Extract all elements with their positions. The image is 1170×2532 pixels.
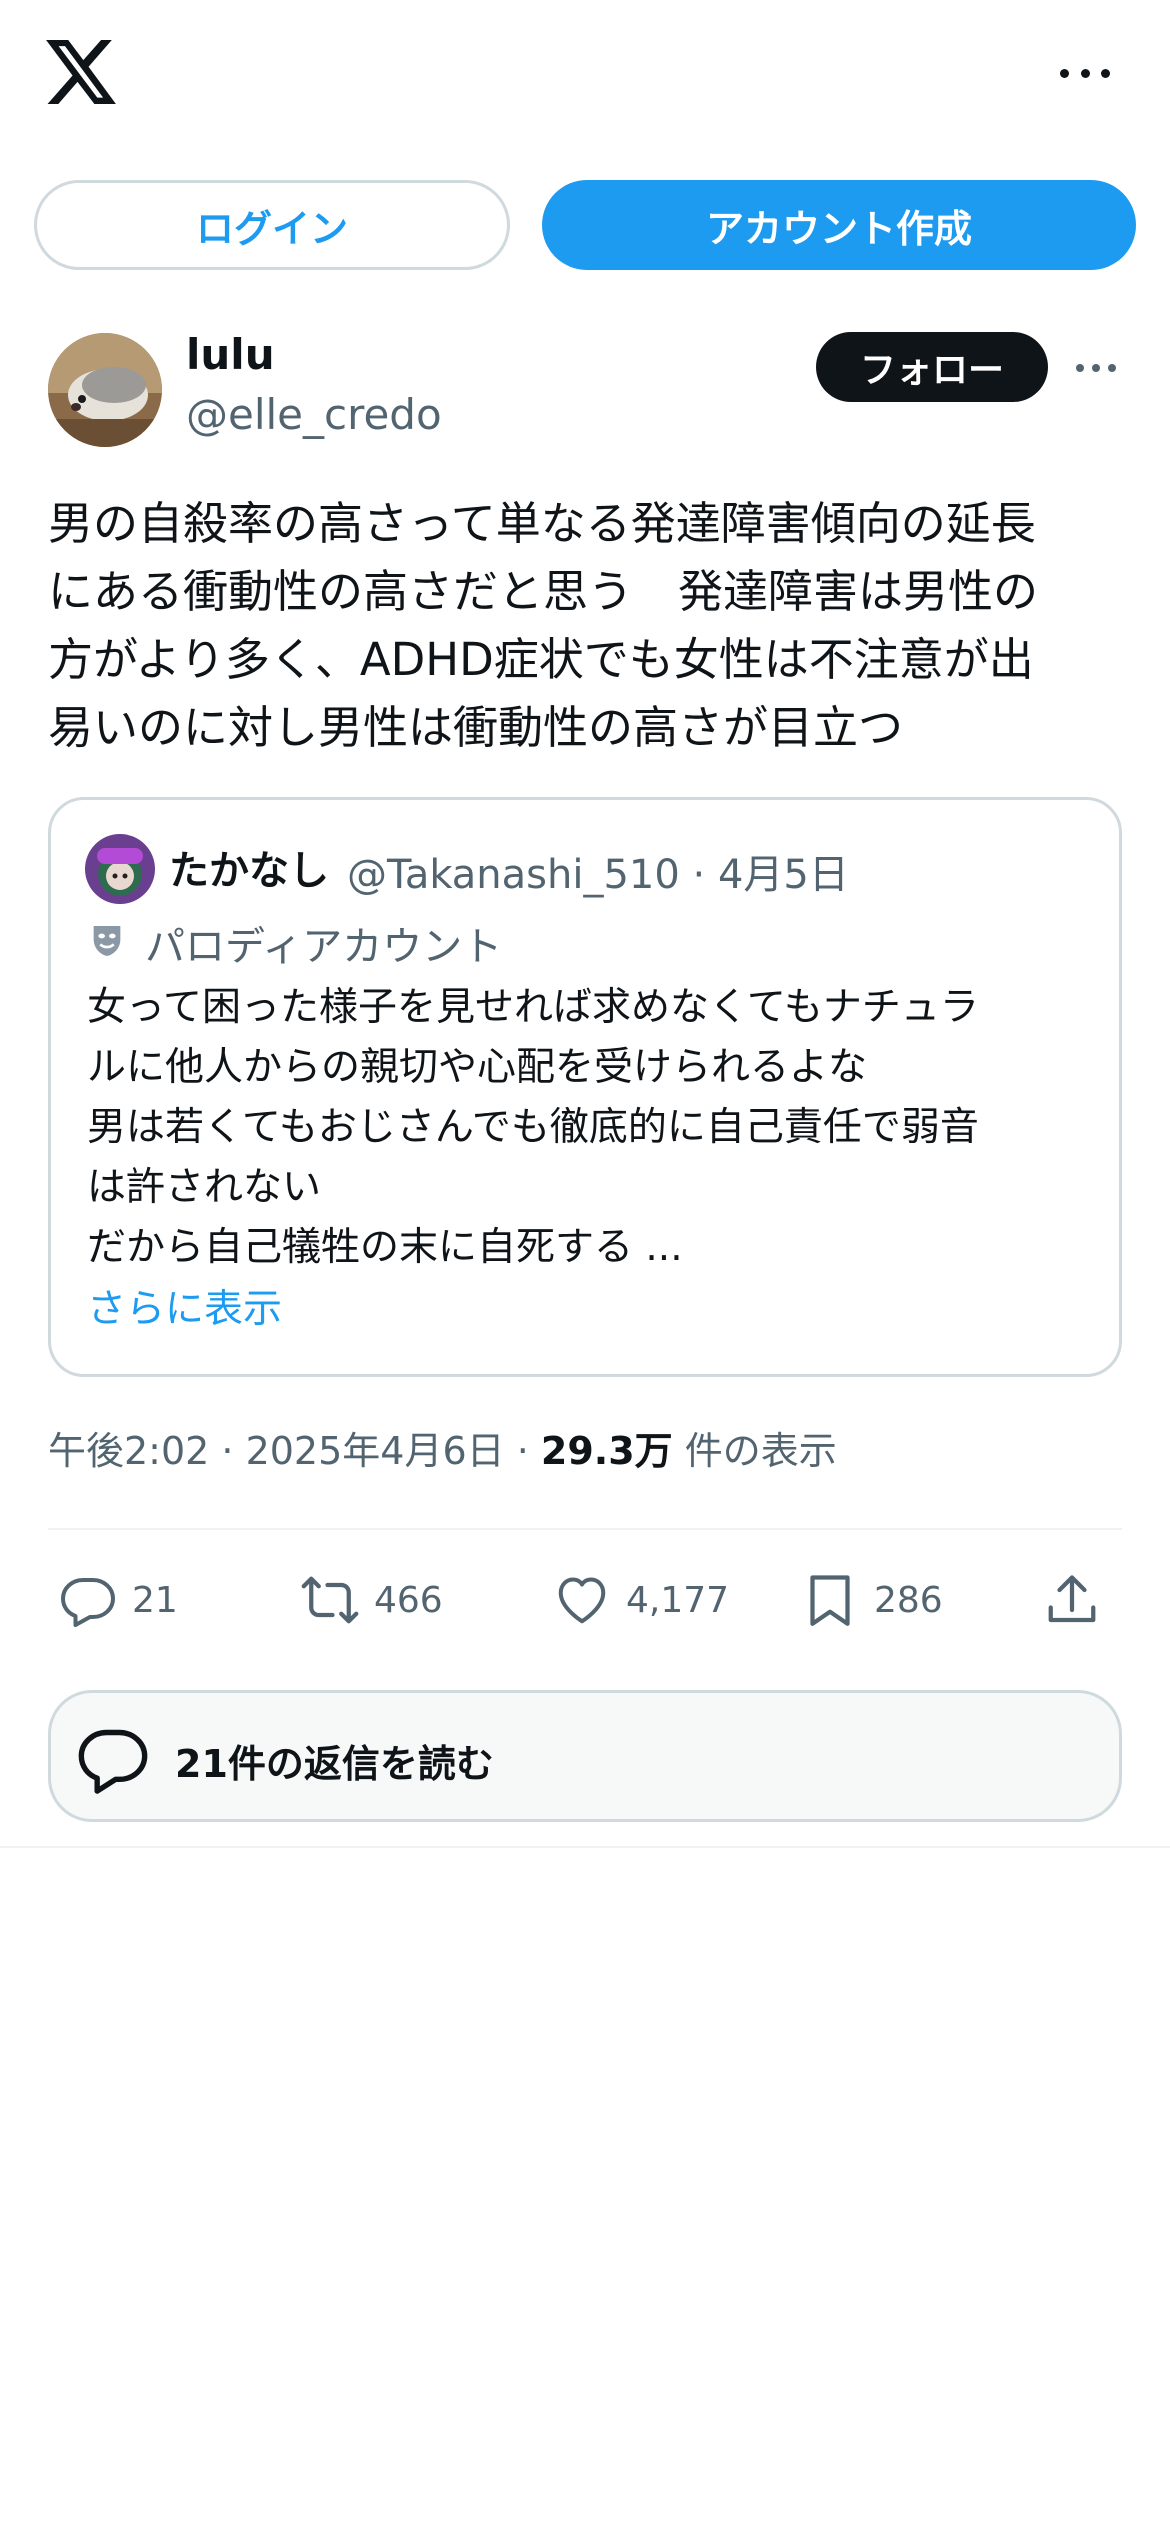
read-replies-label: 21件の返信を読む — [175, 1742, 494, 1786]
quote-text-line: ルに他人からの親切や心配を受けられるよな — [87, 1045, 868, 1090]
repost-count: 466 — [374, 1579, 443, 1621]
reply-count: 21 — [132, 1579, 178, 1621]
quote-text-line: は許されない — [87, 1165, 322, 1210]
reply-icon — [61, 1578, 115, 1627]
bookmark-icon — [810, 1575, 850, 1626]
quote-text-line: 男は若くてもおじさんでも徹底的に自己責任で弱音 — [87, 1105, 979, 1150]
repost-button[interactable]: 466 — [300, 1560, 443, 1640]
views-count: 29.3万 — [540, 1429, 673, 1473]
like-count: 4,177 — [626, 1579, 730, 1621]
bookmark-button[interactable]: 286 — [800, 1560, 943, 1640]
quote-text-line: だから自己犠牲の末に自死する ... — [87, 1225, 683, 1270]
quote-text-line: 女って困った様子を見せれば求めなくてもナチュラ — [87, 985, 979, 1030]
heart-icon — [558, 1577, 606, 1624]
quote-author-name: たかなし — [169, 848, 329, 894]
like-button[interactable]: 4,177 — [552, 1560, 729, 1640]
repost-icon — [301, 1576, 359, 1624]
post-text-line: 男の自殺率の高さって単なる発達障害傾向の延長 — [48, 497, 1036, 550]
quote-handle-date: @Takanashi_510 · 4月5日 — [347, 852, 849, 898]
post-more-icon[interactable] — [1076, 362, 1116, 374]
post-timestamp[interactable]: 午後2:02 · 2025年4月6日 · — [48, 1429, 541, 1473]
signup-button[interactable]: アカウント作成 — [542, 180, 1136, 270]
bookmark-count: 286 — [874, 1579, 943, 1621]
author-handle[interactable]: @elle_credo — [186, 390, 442, 439]
views-label: 件の表示 — [672, 1429, 837, 1473]
show-more-link[interactable]: さらに表示 — [87, 1278, 282, 1334]
top-bar — [0, 0, 1170, 150]
read-replies-button[interactable]: 21件の返信を読む — [48, 1690, 1122, 1822]
author-name[interactable]: lulu — [186, 330, 275, 379]
follow-button[interactable]: フォロー — [816, 332, 1048, 402]
parody-label: パロディアカウント — [145, 924, 503, 970]
action-bar: 21 466 4,177 286 — [48, 1560, 1122, 1640]
post-text-line: にある衝動性の高さだと思う 発達障害は男性の — [48, 565, 1039, 618]
post-text-line: 易いのに対し男性は衝動性の高さが目立つ — [48, 701, 904, 754]
parody-mask-icon — [93, 926, 121, 956]
reply-button[interactable]: 21 — [58, 1560, 178, 1640]
divider — [48, 1528, 1122, 1530]
share-icon — [1048, 1575, 1096, 1623]
share-button[interactable] — [1042, 1560, 1116, 1640]
more-horizontal-icon[interactable] — [1060, 58, 1110, 88]
post-text-line: 方がより多く、ADHD症状でも女性は不注意が出 — [48, 633, 1034, 686]
divider — [0, 1846, 1170, 1848]
x-logo-icon[interactable] — [46, 40, 116, 104]
post-meta: 午後2:02 · 2025年4月6日 · 29.3万 件の表示 — [48, 1420, 837, 1475]
login-button[interactable]: ログイン — [34, 180, 510, 270]
chat-bubble-icon — [78, 1729, 148, 1794]
quote-text: 女って困った様子を見せれば求めなくてもナチュラ ルに他人からの親切や心配を受けら… — [87, 978, 1097, 1278]
post-text: 男の自殺率の高さって単なる発達障害傾向の延長 にある衝動性の高さだと思う 発達障… — [48, 490, 1128, 762]
author-avatar[interactable] — [48, 333, 162, 447]
quoted-post[interactable]: たかなし @Takanashi_510 · 4月5日 パロディアカウント 女って… — [48, 797, 1122, 1377]
quote-avatar — [85, 834, 155, 904]
